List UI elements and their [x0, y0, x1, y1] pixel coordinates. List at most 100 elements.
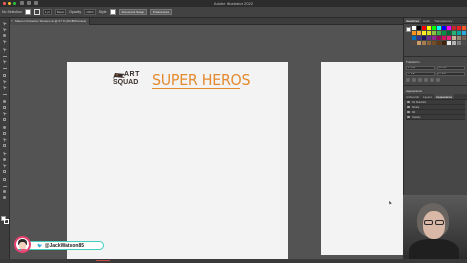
type-tool-icon[interactable] — [2, 60, 8, 64]
color-swatch[interactable] — [457, 31, 461, 35]
color-swatch[interactable] — [417, 36, 421, 40]
align-left-icon[interactable] — [406, 78, 410, 82]
rectangle-tool-icon[interactable] — [2, 74, 8, 78]
pencil-tool-icon[interactable] — [2, 86, 8, 90]
hand-tool-icon[interactable] — [2, 190, 8, 194]
fill-stroke-widget[interactable] — [1, 216, 9, 224]
blend-tool-icon[interactable] — [2, 158, 8, 162]
column-graph-tool-icon[interactable] — [2, 170, 8, 174]
color-swatch[interactable] — [442, 36, 446, 40]
free-transform-tool-icon[interactable] — [2, 118, 8, 122]
color-swatch[interactable] — [427, 31, 431, 35]
mesh-tool-icon[interactable] — [2, 138, 8, 142]
color-swatch[interactable] — [437, 41, 441, 45]
paintbrush-tool-icon[interactable] — [2, 80, 8, 84]
document-setup-button[interactable]: Document Setup — [118, 9, 147, 15]
color-swatch[interactable] — [412, 31, 416, 35]
tab-appearance[interactable]: Appearance — [434, 94, 455, 99]
color-swatch[interactable] — [422, 26, 426, 30]
align-right-icon[interactable] — [418, 78, 422, 82]
gradient-tool-icon[interactable] — [2, 144, 8, 148]
tab-color[interactable]: Color — [421, 18, 432, 23]
color-swatch[interactable] — [437, 31, 441, 35]
color-swatch[interactable] — [462, 41, 466, 45]
color-swatch[interactable] — [432, 41, 436, 45]
eye-icon[interactable] — [407, 101, 410, 103]
eraser-tool-icon[interactable] — [2, 92, 8, 96]
color-swatch[interactable] — [457, 36, 461, 40]
color-swatch[interactable] — [427, 36, 431, 40]
align-middle-icon[interactable] — [430, 78, 434, 82]
stroke-swatch[interactable] — [33, 9, 40, 15]
color-swatch[interactable] — [462, 26, 466, 30]
color-swatch[interactable] — [417, 31, 421, 35]
appearance-row[interactable]: Opacity — [406, 115, 465, 120]
x-field[interactable]: X: 0 in — [406, 66, 435, 70]
color-swatch[interactable] — [432, 31, 436, 35]
color-swatch[interactable] — [442, 31, 446, 35]
color-swatch[interactable] — [457, 26, 461, 30]
color-swatch[interactable] — [452, 26, 456, 30]
zoom-tool-icon[interactable] — [2, 196, 8, 200]
color-swatch[interactable] — [417, 26, 421, 30]
artboard-1[interactable]: ART SQUAD SUPER HEROS — [67, 62, 288, 263]
document-tab[interactable]: × Mascot Character Streams.ai @ 67 % (RG… — [10, 18, 90, 25]
color-swatch[interactable] — [462, 31, 466, 35]
color-swatch[interactable] — [417, 41, 421, 45]
color-swatch[interactable] — [447, 26, 451, 30]
swatch-fill-indicator[interactable] — [406, 27, 411, 32]
slice-tool-icon[interactable] — [2, 184, 8, 188]
color-swatch[interactable] — [427, 26, 431, 30]
color-swatch[interactable] — [447, 31, 451, 35]
eye-icon[interactable] — [407, 106, 410, 108]
color-swatch[interactable] — [452, 41, 456, 45]
super-heros-logo[interactable]: ART SQUAD SUPER HEROS — [112, 70, 252, 94]
tab-swatches[interactable]: Swatches — [404, 18, 422, 23]
curvature-tool-icon[interactable] — [2, 54, 8, 58]
color-swatch[interactable] — [437, 26, 441, 30]
color-swatch[interactable] — [422, 41, 426, 45]
color-swatch[interactable] — [412, 26, 416, 30]
color-swatch[interactable] — [442, 26, 446, 30]
color-swatch[interactable] — [452, 31, 456, 35]
align-bottom-icon[interactable] — [436, 78, 440, 82]
width-tool-icon[interactable] — [2, 112, 8, 116]
color-swatch[interactable] — [432, 36, 436, 40]
h-field[interactable]: H: 0 in — [436, 72, 465, 76]
scale-tool-icon[interactable] — [2, 106, 8, 110]
symbol-sprayer-tool-icon[interactable] — [2, 164, 8, 168]
color-swatch[interactable] — [422, 36, 426, 40]
pen-tool-icon[interactable] — [2, 48, 8, 52]
direct-selection-tool-icon[interactable] — [2, 28, 8, 32]
stroke-style-dropdown[interactable]: Basic — [54, 9, 67, 15]
color-swatch[interactable] — [427, 41, 431, 45]
tab-artboards[interactable]: Artboards — [404, 94, 421, 99]
opacity-field[interactable]: 100% — [84, 9, 96, 15]
close-tab-icon[interactable]: × — [11, 19, 13, 23]
color-swatch[interactable] — [457, 41, 461, 45]
tab-layers[interactable]: Layers — [421, 94, 434, 99]
w-field[interactable]: W: 0 in — [436, 66, 465, 70]
artboard-tool-icon[interactable] — [2, 178, 8, 182]
stroke-color-icon[interactable] — [4, 219, 9, 224]
color-swatch[interactable] — [447, 41, 451, 45]
preferences-button[interactable]: Preferences — [149, 9, 173, 15]
shape-builder-tool-icon[interactable] — [2, 126, 8, 130]
graphic-style-swatch[interactable] — [109, 9, 116, 15]
perspective-grid-tool-icon[interactable] — [2, 132, 8, 136]
tab-transparency[interactable]: Transparency — [432, 18, 454, 23]
color-swatch[interactable] — [437, 36, 441, 40]
color-swatch[interactable] — [447, 36, 451, 40]
color-swatch[interactable] — [462, 36, 466, 40]
align-top-icon[interactable] — [424, 78, 428, 82]
eyedropper-tool-icon[interactable] — [2, 152, 8, 156]
color-swatch[interactable] — [422, 31, 426, 35]
lasso-tool-icon[interactable] — [2, 40, 8, 44]
color-swatch[interactable] — [412, 36, 416, 40]
color-swatch[interactable] — [442, 41, 446, 45]
artboard-2[interactable] — [321, 62, 403, 255]
magic-wand-tool-icon[interactable] — [2, 34, 8, 38]
rotate-tool-icon[interactable] — [2, 100, 8, 104]
line-tool-icon[interactable] — [2, 66, 8, 70]
y-field[interactable]: Y: 0 in — [406, 72, 435, 76]
